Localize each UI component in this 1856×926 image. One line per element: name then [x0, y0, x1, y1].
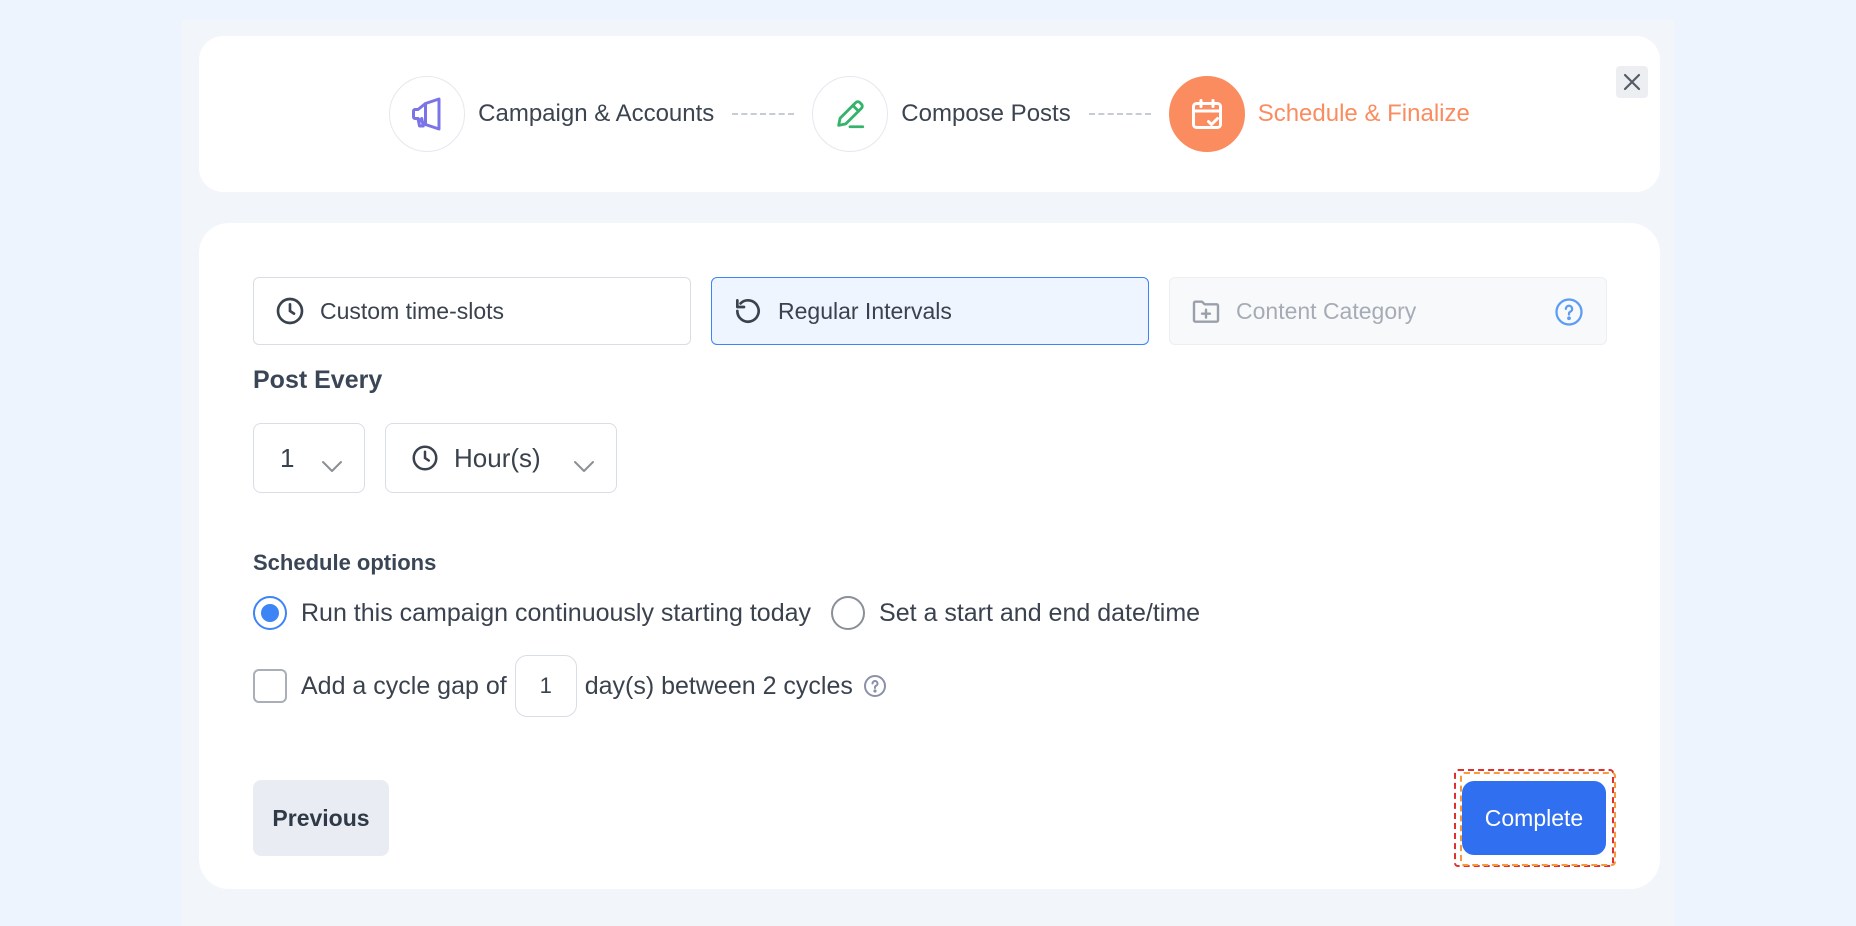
radio-run-continuously[interactable]	[253, 596, 287, 630]
cycle-gap-input[interactable]	[514, 655, 577, 717]
step-connector	[732, 113, 795, 115]
stepper: Campaign & Accounts Compose Posts Schedu…	[199, 76, 1660, 152]
megaphone-icon	[412, 97, 441, 131]
post-every-title: Post Every	[253, 366, 383, 394]
chevron-down-icon	[572, 450, 596, 481]
cycle-gap-checkbox[interactable]	[253, 669, 287, 703]
wizard-shell: Campaign & Accounts Compose Posts Schedu…	[182, 20, 1674, 926]
chevron-down-icon	[320, 450, 344, 481]
interval-number-value: 1	[280, 442, 295, 473]
schedule-options-group: Run this campaign continuously starting …	[253, 596, 1220, 630]
schedule-type-tabs: Custom time-slots Regular Intervals Cont…	[253, 277, 1607, 345]
step-campaign-accounts[interactable]: Campaign & Accounts	[389, 76, 714, 152]
tab-content-category[interactable]: Content Category	[1169, 277, 1607, 345]
help-icon[interactable]	[1554, 297, 1584, 333]
schedule-card: Custom time-slots Regular Intervals Cont…	[199, 223, 1660, 889]
radio-label: Run this campaign continuously starting …	[301, 598, 812, 627]
stepper-card: Campaign & Accounts Compose Posts Schedu…	[199, 36, 1660, 192]
help-icon[interactable]	[863, 674, 887, 698]
interval-unit-select[interactable]: Hour(s)	[385, 423, 617, 493]
tab-label: Content Category	[1236, 297, 1417, 324]
step-connector	[1088, 113, 1151, 115]
clock-icon	[410, 443, 440, 473]
tab-label: Regular Intervals	[778, 297, 952, 324]
schedule-options-title: Schedule options	[253, 550, 437, 575]
refresh-icon	[732, 295, 764, 327]
complete-button[interactable]: Complete	[1462, 781, 1606, 855]
step-circle-active	[1168, 76, 1245, 152]
step-circle	[389, 76, 466, 152]
step-schedule-finalize[interactable]: Schedule & Finalize	[1168, 76, 1470, 152]
tab-label: Custom time-slots	[320, 297, 505, 324]
tab-custom-time-slots[interactable]: Custom time-slots	[253, 277, 691, 345]
cycle-gap-row: Add a cycle gap of day(s) between 2 cycl…	[253, 655, 887, 717]
folder-plus-icon	[1190, 295, 1222, 327]
interval-number-select[interactable]: 1	[253, 423, 365, 493]
radio-label: Set a start and end date/time	[879, 598, 1201, 627]
step-label: Campaign & Accounts	[478, 100, 715, 127]
clock-icon	[274, 295, 306, 327]
step-label: Compose Posts	[901, 100, 1071, 127]
step-circle	[812, 76, 889, 152]
tab-regular-intervals[interactable]: Regular Intervals	[711, 277, 1149, 345]
complete-highlight: Complete	[1454, 769, 1616, 867]
radio-start-end-date[interactable]	[831, 596, 866, 630]
pencil-icon	[837, 100, 865, 129]
cycle-gap-prefix: Add a cycle gap of	[301, 671, 507, 700]
step-label: Schedule & Finalize	[1257, 100, 1470, 127]
cycle-gap-suffix: day(s) between 2 cycles	[584, 671, 853, 700]
step-compose-posts[interactable]: Compose Posts	[812, 76, 1071, 152]
calendar-check-icon	[1191, 99, 1222, 129]
interval-unit-value: Hour(s)	[454, 442, 541, 473]
previous-button[interactable]: Previous	[253, 780, 389, 856]
